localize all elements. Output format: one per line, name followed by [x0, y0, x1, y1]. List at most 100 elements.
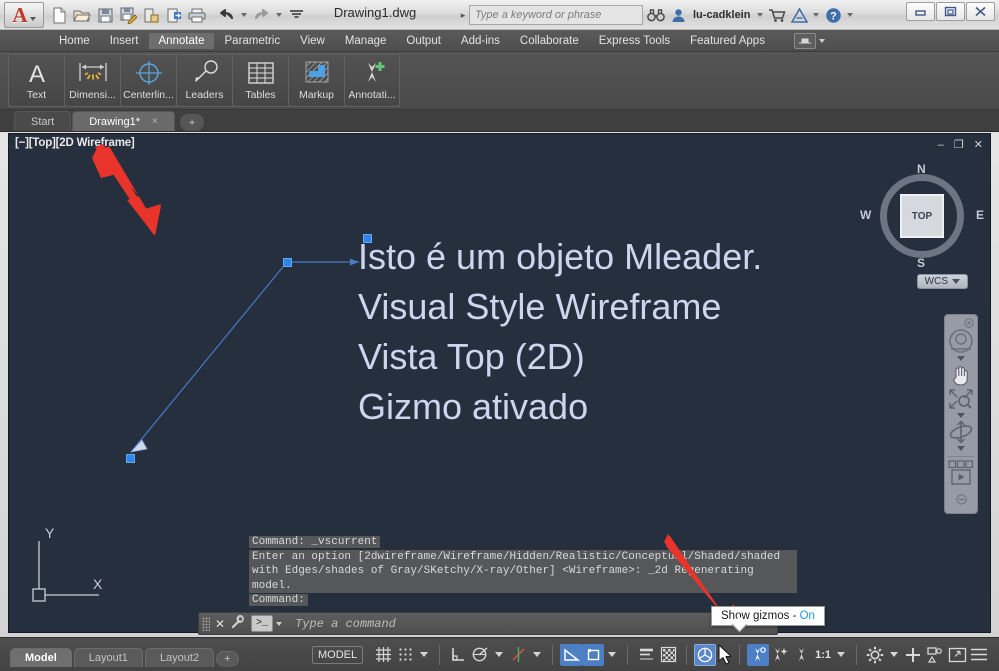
redo-icon[interactable]	[250, 4, 272, 26]
application-menu-button[interactable]: A	[4, 2, 44, 28]
file-tab-drawing1[interactable]: Drawing1* ×	[72, 111, 175, 131]
publish-icon[interactable]	[163, 4, 185, 26]
search-expand-icon[interactable]: ▸	[457, 10, 469, 21]
new-icon[interactable]	[48, 4, 70, 26]
hardware-accel-button[interactable]	[924, 644, 946, 666]
ribbon-button-tables[interactable]: Tables	[232, 54, 288, 107]
command-line-drag-handle[interactable]	[202, 616, 210, 631]
steering-wheel-dropdown-icon[interactable]	[957, 356, 965, 361]
account-dropdown-icon[interactable]	[757, 13, 764, 17]
undo-dropdown-icon[interactable]	[241, 13, 247, 17]
tab-insert[interactable]: Insert	[101, 33, 148, 49]
dynamic-ucs-dropdown-icon[interactable]	[495, 652, 504, 657]
navbar-collapse-icon[interactable]	[955, 494, 967, 505]
orbit-dropdown-icon[interactable]	[957, 446, 965, 451]
annotation-scale-button[interactable]	[791, 644, 813, 666]
person-icon[interactable]	[667, 4, 689, 26]
command-line[interactable]: ✕ >_ Type a command	[198, 612, 778, 635]
pan-hand-icon[interactable]	[946, 363, 976, 387]
snap-mode-button[interactable]	[394, 644, 416, 666]
layout-tab-layout1[interactable]: Layout1	[73, 647, 143, 667]
ribbon-button-centerline[interactable]: Centerlin...	[120, 54, 176, 107]
showmotion-play-icon[interactable]	[946, 469, 976, 485]
compass-west-label[interactable]: W	[860, 208, 871, 222]
save-as-icon[interactable]	[117, 4, 139, 26]
ribbon-button-annotation-scaling[interactable]: Annotati...	[344, 54, 400, 107]
tab-annotate[interactable]: Annotate	[149, 32, 214, 49]
close-icon[interactable]: ×	[152, 116, 158, 127]
wrench-icon[interactable]	[230, 614, 245, 634]
plot-preview-icon[interactable]	[140, 4, 162, 26]
mleader-text-block[interactable]: Isto é um objeto Mleader. Visual Style W…	[358, 232, 762, 432]
showmotion-thumbnails-icon[interactable]	[946, 460, 976, 469]
minimize-button[interactable]	[906, 2, 935, 21]
snap-dropdown-icon[interactable]	[420, 652, 429, 657]
ribbon-button-dimension[interactable]: Dimensi...	[64, 54, 120, 107]
show-gizmos-button[interactable]	[694, 643, 717, 666]
annotation-scale-label[interactable]: 1:1	[815, 649, 831, 661]
hardware-dropdown-icon[interactable]	[818, 38, 825, 43]
ribbon-button-leaders[interactable]: Leaders	[176, 54, 232, 107]
polar-dropdown-icon[interactable]	[608, 652, 617, 657]
command-prompt-dropdown-icon[interactable]	[276, 621, 283, 626]
ribbon-button-markup[interactable]: Markup	[288, 54, 344, 107]
tab-express-tools[interactable]: Express Tools	[590, 33, 679, 49]
gizmo-dropdown-icon[interactable]	[720, 652, 729, 657]
mleader-grip[interactable]	[126, 454, 135, 463]
navbar-close-icon[interactable]	[964, 318, 974, 328]
layout-tab-layout2[interactable]: Layout2	[144, 647, 215, 667]
compass-south-label[interactable]: S	[917, 256, 925, 270]
restore-button[interactable]	[936, 2, 965, 21]
workspace-settings-button[interactable]	[864, 644, 886, 666]
settings-dropdown-icon[interactable]	[890, 652, 898, 657]
grid-display-button[interactable]	[372, 644, 394, 666]
scale-dropdown-icon[interactable]	[837, 652, 845, 657]
drawing-canvas[interactable]: [−][Top][2D Wireframe] – ❐ ✕ Isto é um o…	[8, 133, 991, 633]
ucs-selector-button[interactable]: WCS	[916, 274, 968, 289]
save-icon[interactable]	[94, 4, 116, 26]
ortho-mode-button[interactable]	[560, 643, 583, 666]
print-icon[interactable]	[186, 4, 208, 26]
tab-parametric[interactable]: Parametric	[216, 33, 290, 49]
lineweight-button[interactable]	[635, 644, 657, 666]
dynamic-ucs-button[interactable]	[469, 644, 491, 666]
mleader-grip[interactable]	[283, 258, 292, 267]
ribbon-button-text[interactable]: A Text	[8, 54, 64, 107]
osnap-dropdown-icon[interactable]	[533, 652, 542, 657]
zoom-magnifier-icon[interactable]	[946, 387, 976, 411]
zoom-dropdown-icon[interactable]	[957, 413, 965, 418]
view-cube[interactable]: TOP N S W E	[860, 162, 984, 270]
orbit-icon[interactable]	[946, 420, 976, 444]
annotation-visibility-button[interactable]	[747, 643, 770, 666]
open-icon[interactable]	[71, 4, 93, 26]
shopping-cart-icon[interactable]	[766, 4, 788, 26]
clean-screen-button[interactable]	[946, 644, 968, 666]
polar-tracking-button[interactable]	[582, 643, 605, 666]
object-snap-tracking-button[interactable]	[507, 644, 529, 666]
isolate-objects-button[interactable]	[902, 644, 924, 666]
view-cube-top-face[interactable]: TOP	[900, 194, 944, 238]
question-mark-icon[interactable]: ?	[822, 4, 844, 26]
hardware-acceleration-icon[interactable]	[793, 32, 816, 49]
model-space-button[interactable]: MODEL	[311, 645, 364, 664]
close-button[interactable]	[966, 2, 995, 21]
undo-icon[interactable]	[215, 4, 237, 26]
command-input[interactable]: Type a command	[295, 617, 396, 631]
binoculars-icon[interactable]	[645, 4, 667, 26]
transparency-button[interactable]	[657, 644, 679, 666]
autodesk-dropdown-icon[interactable]	[813, 13, 820, 17]
new-layout-button[interactable]: +	[216, 650, 239, 667]
command-prompt-icon[interactable]: >_	[251, 615, 274, 632]
tab-manage[interactable]: Manage	[336, 33, 396, 49]
compass-north-label[interactable]: N	[917, 162, 926, 176]
search-input[interactable]: Type a keyword or phrase	[469, 5, 643, 25]
compass-east-label[interactable]: E	[976, 208, 984, 222]
autodesk-a-icon[interactable]	[788, 4, 810, 26]
file-tab-start[interactable]: Start	[14, 111, 72, 131]
steering-wheel-icon[interactable]	[946, 328, 976, 354]
new-file-tab-button[interactable]: +	[179, 114, 205, 131]
close-icon[interactable]: ✕	[215, 617, 225, 631]
tab-add-ins[interactable]: Add-ins	[452, 33, 509, 49]
tab-featured-apps[interactable]: Featured Apps	[681, 33, 774, 49]
layout-tab-model[interactable]: Model	[10, 647, 72, 667]
